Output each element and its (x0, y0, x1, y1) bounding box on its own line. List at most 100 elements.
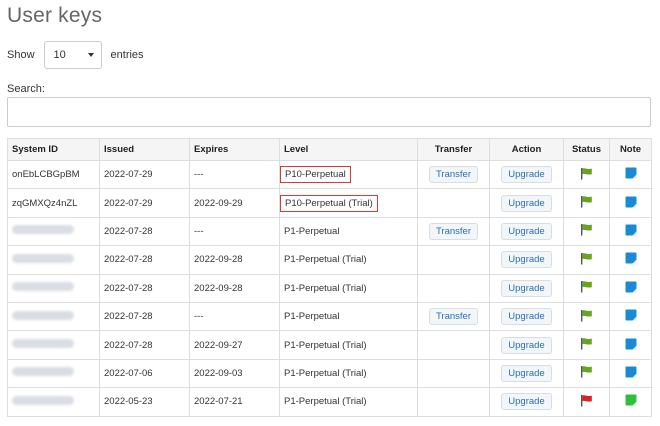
cell-status (563, 330, 610, 360)
flag-icon[interactable] (580, 195, 593, 211)
flag-icon[interactable] (580, 394, 593, 410)
redacted-system-id (12, 339, 74, 349)
upgrade-button[interactable]: Upgrade (501, 222, 552, 240)
search-input[interactable] (7, 97, 651, 127)
cell-note (609, 273, 652, 303)
flag-icon[interactable] (580, 223, 593, 239)
cell-transfer (417, 387, 490, 417)
upgrade-button[interactable]: Upgrade (501, 336, 552, 354)
level-text: P1-Perpetual (Trial) (284, 396, 367, 408)
transfer-button[interactable]: Transfer (428, 166, 479, 184)
cell-expires: 2022-09-29 (189, 188, 280, 218)
note-icon[interactable] (625, 224, 637, 239)
column-header-system-id[interactable]: System ID (7, 138, 100, 161)
cell-note (609, 387, 652, 417)
transfer-button[interactable]: Transfer (428, 308, 479, 326)
cell-expires: 2022-09-28 (189, 273, 280, 303)
flag-icon[interactable] (580, 337, 593, 353)
cell-action: Upgrade (489, 387, 564, 417)
cell-action: Upgrade (489, 301, 564, 332)
cell-issued: 2022-07-28 (99, 245, 190, 275)
length-control: Show 10 entries (7, 41, 144, 69)
page-title: User keys (7, 4, 103, 27)
column-header-note[interactable]: Note (609, 138, 652, 161)
note-icon[interactable] (625, 394, 637, 409)
note-icon[interactable] (625, 338, 637, 353)
column-header-issued[interactable]: Issued (99, 138, 190, 161)
transfer-button[interactable]: Transfer (428, 222, 479, 240)
cell-issued: 2022-05-23 (99, 387, 190, 417)
flag-icon[interactable] (580, 309, 593, 325)
cell-action: Upgrade (489, 159, 564, 190)
note-icon[interactable] (625, 167, 637, 182)
cell-level: P1-Perpetual (279, 301, 418, 332)
level-text: P1-Perpetual (284, 225, 340, 237)
upgrade-button[interactable]: Upgrade (501, 194, 552, 212)
cell-expires: --- (189, 301, 280, 332)
level-highlight-box: P10-Perpetual (Trial) (280, 194, 378, 212)
cell-expires: 2022-09-03 (189, 358, 280, 389)
note-icon[interactable] (625, 366, 637, 381)
cell-transfer (417, 358, 490, 389)
cell-action: Upgrade (489, 188, 564, 218)
cell-system-id: zqGMXQz4nZL (7, 188, 100, 218)
cell-status (563, 273, 610, 303)
redacted-system-id (12, 395, 74, 405)
note-icon[interactable] (625, 309, 637, 324)
level-text: P10-Perpetual (285, 169, 346, 181)
table-row: 2022-07-28 --- P1-Perpetual Transfer Upgrade (7, 301, 652, 332)
column-header-expires[interactable]: Expires (189, 138, 280, 161)
cell-expires: --- (189, 159, 280, 190)
cell-status (563, 159, 610, 190)
flag-icon[interactable] (580, 167, 593, 183)
cell-status (563, 387, 610, 417)
cell-expires: 2022-07-21 (189, 387, 280, 417)
cell-note (609, 330, 652, 360)
upgrade-button[interactable]: Upgrade (501, 308, 552, 326)
cell-action: Upgrade (489, 358, 564, 389)
cell-issued: 2022-07-29 (99, 159, 190, 190)
upgrade-button[interactable]: Upgrade (501, 393, 552, 411)
cell-note (609, 188, 652, 218)
cell-expires: --- (189, 216, 280, 247)
upgrade-button[interactable]: Upgrade (501, 364, 552, 382)
cell-transfer (417, 330, 490, 360)
cell-level: P1-Perpetual (Trial) (279, 358, 418, 389)
level-text: P1-Perpetual (Trial) (284, 282, 367, 294)
note-icon[interactable] (625, 281, 637, 296)
cell-note (609, 159, 652, 190)
cell-level: P1-Perpetual (Trial) (279, 330, 418, 360)
table-row: 2022-07-28 --- P1-Perpetual Transfer Upgrade (7, 216, 652, 247)
upgrade-button[interactable]: Upgrade (501, 251, 552, 269)
flag-icon[interactable] (580, 252, 593, 268)
flag-icon[interactable] (580, 365, 593, 381)
cell-system-id (7, 216, 100, 247)
cell-note (609, 358, 652, 389)
upgrade-button[interactable]: Upgrade (501, 166, 552, 184)
cell-transfer (417, 273, 490, 303)
cell-level: P1-Perpetual (Trial) (279, 387, 418, 417)
cell-system-id (7, 301, 100, 332)
note-icon[interactable] (625, 252, 637, 267)
column-header-transfer[interactable]: Transfer (417, 138, 490, 161)
flag-icon[interactable] (580, 280, 593, 296)
redacted-system-id (12, 282, 74, 292)
entries-label: entries (110, 49, 144, 61)
level-text: P1-Perpetual (Trial) (284, 367, 367, 379)
cell-action: Upgrade (489, 216, 564, 247)
cell-system-id (7, 245, 100, 275)
cell-level: P1-Perpetual (279, 216, 418, 247)
upgrade-button[interactable]: Upgrade (501, 279, 552, 297)
cell-transfer: Transfer (417, 159, 490, 190)
column-header-action[interactable]: Action (489, 138, 564, 161)
cell-note (609, 301, 652, 332)
redacted-system-id (12, 367, 74, 377)
note-icon[interactable] (625, 196, 637, 211)
table-row: 2022-07-28 2022-09-28 P1-Perpetual (Trial)… (7, 273, 652, 303)
show-label: Show (7, 49, 35, 61)
column-header-status[interactable]: Status (563, 138, 610, 161)
entries-select[interactable]: 10 (43, 41, 102, 69)
cell-action: Upgrade (489, 330, 564, 360)
redacted-system-id (12, 310, 74, 320)
column-header-level[interactable]: Level (279, 138, 418, 161)
